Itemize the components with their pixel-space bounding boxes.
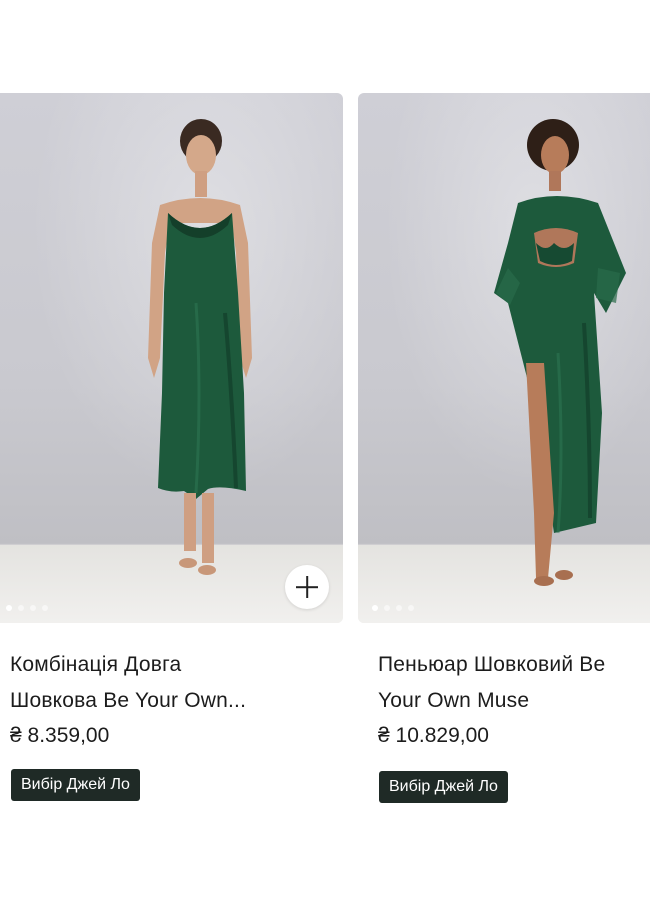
editor-pick-badge: Вибір Джей Ло [379,771,508,803]
carousel-dot[interactable] [396,605,402,611]
product-title-line[interactable]: Пеньюар Шовковий Be [378,647,642,683]
carousel-dot[interactable] [384,605,390,611]
model-in-robe-image [494,119,626,586]
plus-icon [296,576,318,598]
carousel-dot-active[interactable] [372,605,378,611]
product-title-line[interactable]: Комбінація Довга [10,647,335,683]
product-card[interactable]: Пеньюар Шовковий Be Your Own Muse ₴ 10.8… [358,93,650,803]
carousel-dot[interactable] [408,605,414,611]
carousel-dot[interactable] [18,605,24,611]
product-image[interactable] [0,93,343,623]
product-title-line[interactable]: Your Own Muse [378,683,642,719]
product-price: ₴ 8.359,00 [10,724,110,747]
product-image[interactable] [358,93,650,623]
carousel-dot[interactable] [30,605,36,611]
product-title[interactable]: Комбінація Довга Шовкова Be Your Own... [0,647,343,719]
product-title[interactable]: Пеньюар Шовковий Be Your Own Muse [358,647,650,719]
product-price: ₴ 10.829,00 [378,724,489,747]
product-card[interactable]: Комбінація Довга Шовкова Be Your Own... … [0,93,343,801]
carousel-dot-active[interactable] [6,605,12,611]
add-to-cart-button[interactable] [285,565,329,609]
product-title-line[interactable]: Шовкова Be Your Own... [10,683,335,719]
editor-pick-badge: Вибір Джей Ло [11,769,140,801]
carousel-dot[interactable] [42,605,48,611]
carousel-indicator[interactable] [372,605,414,611]
model-in-slip-dress-image [148,119,252,575]
carousel-indicator[interactable] [6,605,48,611]
